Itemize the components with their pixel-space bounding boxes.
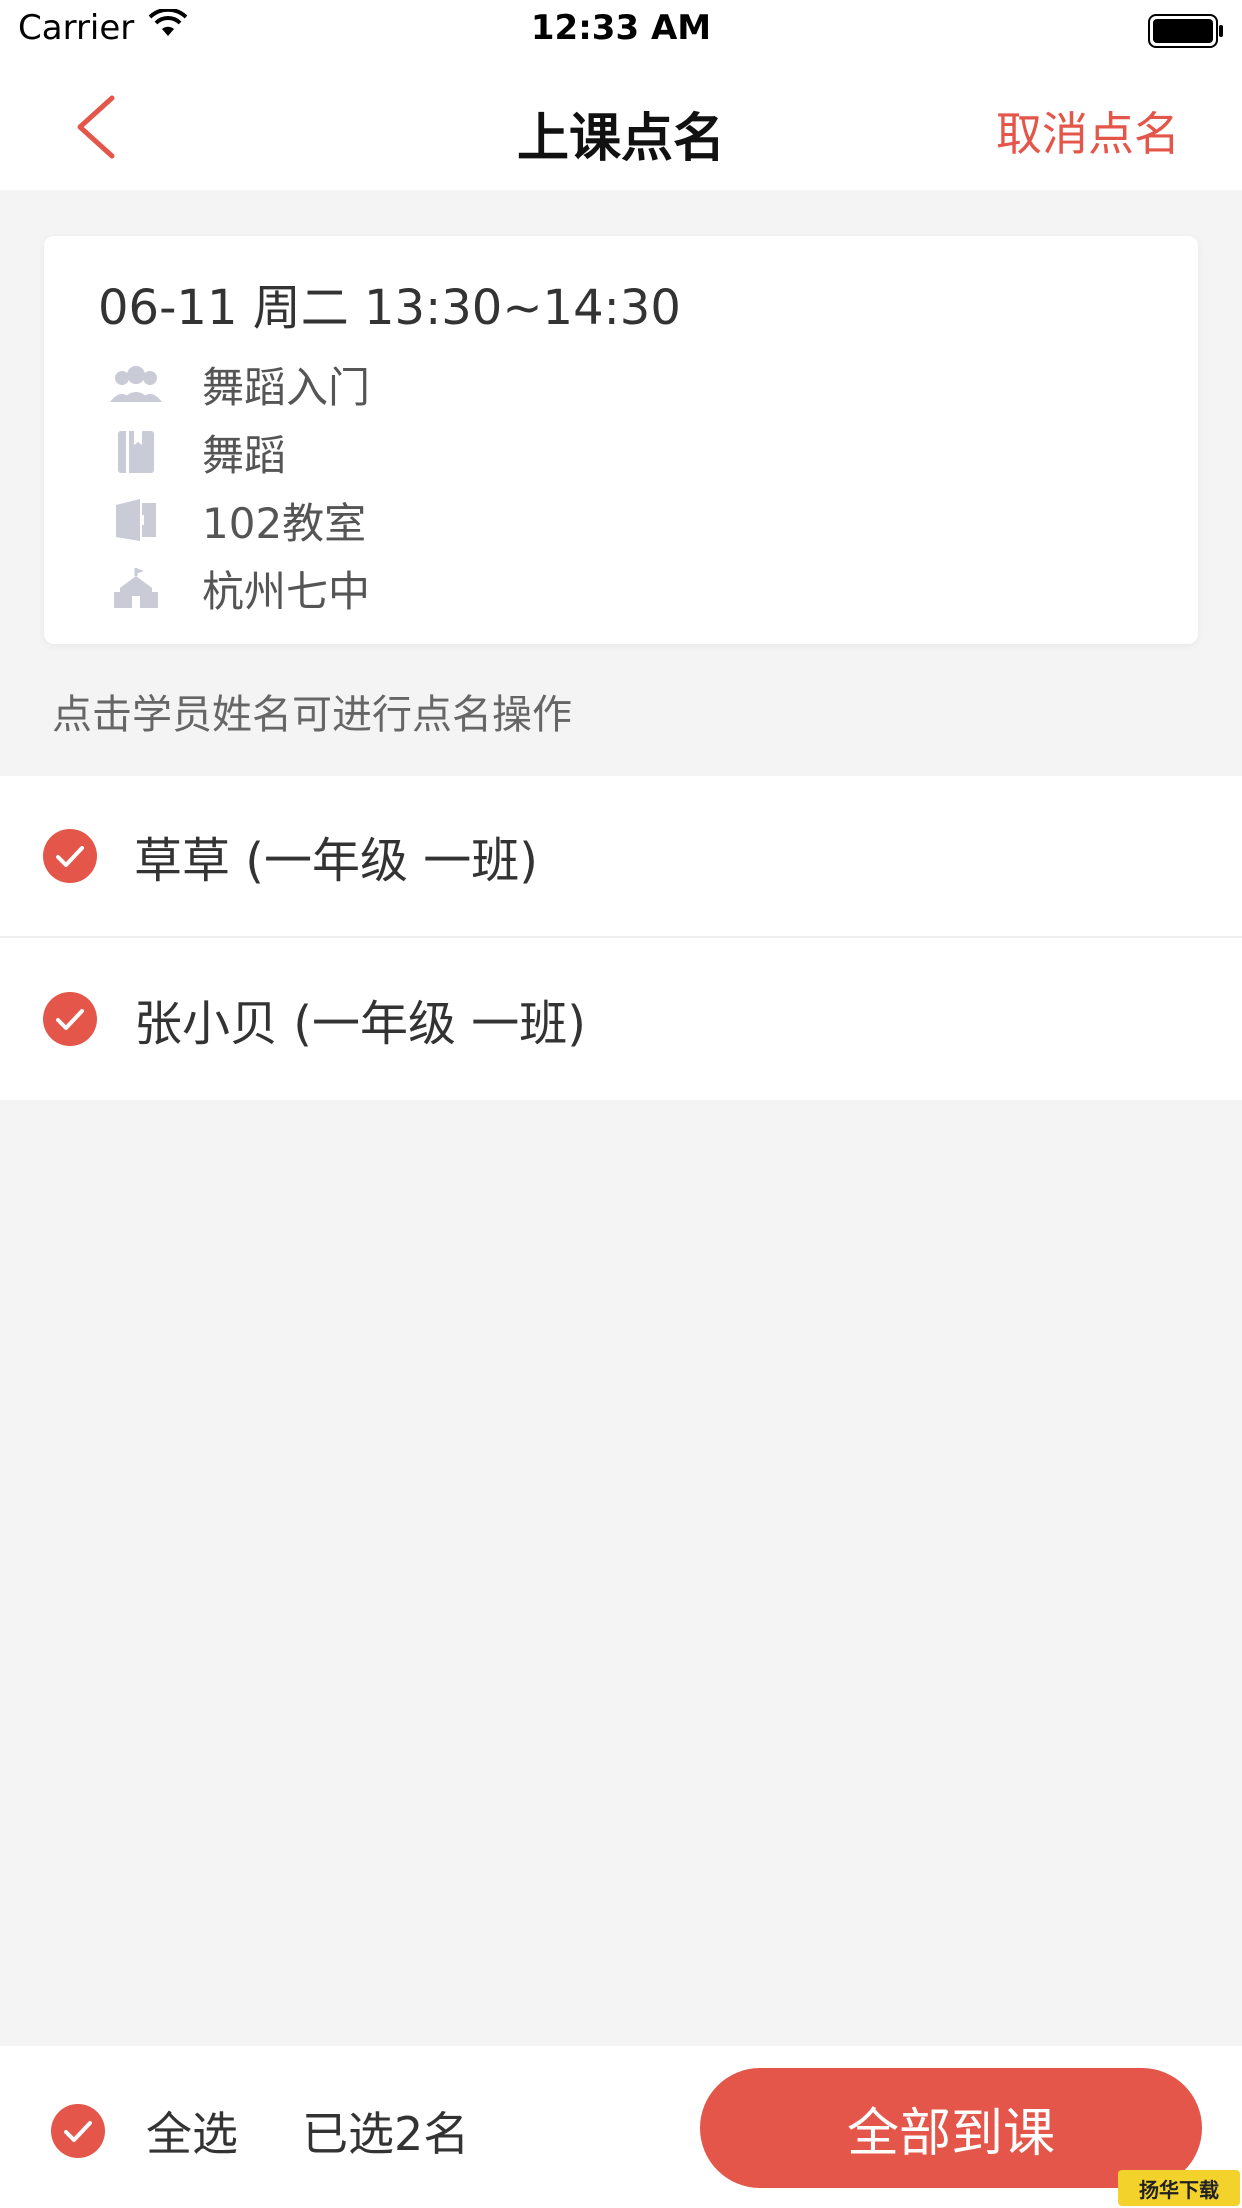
info-row-room: 102教室 [108,492,366,548]
course-datetime: 06-11 周二 13:30~14:30 [98,280,681,336]
rollcall-hint: 点击学员姓名可进行点名操作 [52,692,572,738]
info-row-subject: 舞蹈 [108,424,286,480]
info-row-school: 杭州七中 [108,560,370,616]
student-row[interactable]: 草草 (一年级 一班) [0,776,1242,938]
school-name: 杭州七中 [202,566,371,616]
student-row[interactable]: 张小贝 (一年级 一班) [0,938,1242,1100]
select-all-label[interactable]: 全选 [146,2098,238,2164]
status-bar: Carrier 12:33 AM [0,0,1242,62]
course-info-card: 06-11 周二 13:30~14:30 舞蹈入门 舞蹈 102教室 杭州七中 [44,236,1198,644]
school-icon [108,560,164,616]
subject-name: 舞蹈 [202,430,287,480]
select-all-toggle[interactable]: 全选 已选2名 [50,2098,469,2164]
battery-icon [1148,14,1224,48]
nav-bar: 上课点名 取消点名 [0,62,1242,190]
room-name: 102教室 [202,498,367,548]
clock: 12:33 AM [530,8,712,48]
class-name: 舞蹈入门 [202,362,371,412]
checked-circle-icon[interactable] [50,2103,106,2159]
student-list: 草草 (一年级 一班) 张小贝 (一年级 一班) [0,776,1242,1100]
book-icon [108,424,164,480]
student-name[interactable]: 张小贝 (一年级 一班) [134,984,586,1054]
cancel-rollcall-button[interactable]: 取消点名 [996,98,1180,164]
group-icon [108,356,164,412]
door-icon [108,492,164,548]
selected-count: 已选2名 [302,2107,470,2161]
bottom-action-bar: 全选 已选2名 全部到课 [0,2046,1242,2208]
checked-circle-icon[interactable] [42,828,98,884]
student-name[interactable]: 草草 (一年级 一班) [134,821,538,891]
checked-circle-icon[interactable] [42,991,98,1047]
watermark-logo: 扬华下载 [1118,2170,1240,2206]
info-row-class: 舞蹈入门 [108,356,370,412]
